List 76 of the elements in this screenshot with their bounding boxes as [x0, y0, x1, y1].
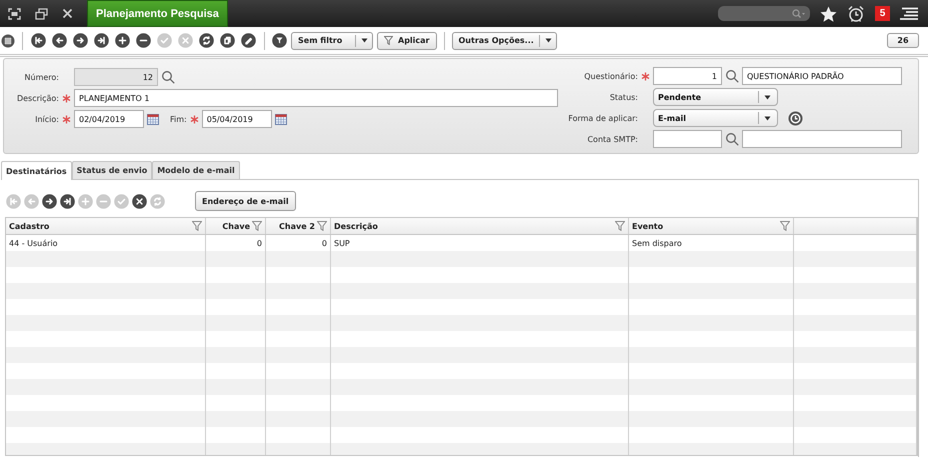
- restore-icon[interactable]: [35, 8, 48, 20]
- field-label: Status:: [608, 92, 638, 102]
- apply-button[interactable]: Aplicar: [377, 32, 436, 50]
- table-cell: 0: [256, 238, 262, 248]
- search-field[interactable]: [718, 6, 810, 21]
- refresh-button[interactable]: [199, 33, 214, 48]
- filter-icon[interactable]: [317, 221, 327, 231]
- copy-button[interactable]: [220, 33, 235, 48]
- search-icon[interactable]: [161, 70, 175, 84]
- notification-badge[interactable]: 5: [875, 6, 890, 21]
- next-record-button[interactable]: [42, 194, 57, 208]
- tab[interactable]: Status de envio: [72, 161, 152, 179]
- column-header[interactable]: Descrição: [334, 222, 613, 230]
- cancel-button[interactable]: [132, 194, 147, 208]
- caret-icon: [544, 38, 552, 43]
- name-field[interactable]: [742, 130, 902, 148]
- table-cell: 44 - Usuário: [9, 238, 58, 248]
- filter-icon: [384, 36, 393, 45]
- name-field[interactable]: QUESTIONÁRIO PADRÃO: [742, 67, 902, 85]
- field-label: Descrição:: [16, 94, 59, 102]
- table-cell: 0: [322, 238, 327, 248]
- filter-dropdown[interactable]: Sem filtro: [291, 32, 373, 50]
- text-field[interactable]: PLANEJAMENTO 1: [74, 89, 558, 107]
- search-icon[interactable]: [725, 132, 739, 146]
- remove-button[interactable]: [136, 33, 151, 48]
- field-label: Conta SMTP:: [586, 134, 638, 144]
- column-header[interactable]: Chave: [209, 222, 250, 230]
- filter-button[interactable]: [272, 33, 287, 48]
- maximize-icon[interactable]: [8, 8, 21, 20]
- field-label: Início:: [34, 114, 59, 124]
- caret-icon: [361, 38, 368, 43]
- code-field[interactable]: 1: [653, 67, 722, 85]
- edit-button[interactable]: [241, 33, 256, 48]
- record-count: 26: [887, 33, 919, 48]
- calendar-icon[interactable]: [274, 114, 287, 124]
- table-cell: Sem disparo: [632, 238, 682, 248]
- code-field[interactable]: 12: [74, 68, 158, 86]
- filter-icon[interactable]: [615, 221, 625, 231]
- caret-icon: [764, 116, 771, 120]
- code-field[interactable]: [653, 130, 722, 148]
- filter-icon[interactable]: [192, 221, 202, 231]
- email-address-button[interactable]: Endereço de e-mail: [195, 191, 296, 211]
- options-dropdown[interactable]: Outras Opções...: [452, 32, 557, 50]
- calendar-icon[interactable]: [147, 114, 159, 124]
- search-icon[interactable]: [725, 69, 739, 83]
- alarm-clock-icon[interactable]: [847, 4, 865, 22]
- field-label: Forma de aplicar:: [567, 114, 638, 122]
- date-field[interactable]: 05/04/2019: [202, 110, 272, 128]
- star-icon[interactable]: [820, 6, 837, 22]
- caret-icon: [764, 94, 771, 100]
- table-cell: SUP: [334, 238, 350, 248]
- search-icon: [792, 9, 806, 18]
- column-header[interactable]: Evento: [632, 222, 778, 230]
- tab[interactable]: Destinatários: [1, 161, 72, 180]
- clock-icon[interactable]: [788, 110, 803, 126]
- field-label: Número:: [24, 72, 59, 82]
- close-icon[interactable]: [62, 8, 73, 19]
- filter-icon[interactable]: [780, 221, 790, 231]
- field-label: Questionário:: [583, 72, 638, 80]
- grid-menu-icon[interactable]: [1, 34, 15, 48]
- column-header[interactable]: Chave 2: [269, 222, 315, 230]
- app-tab[interactable]: Planejamento Pesquisa: [87, 0, 228, 27]
- previous-record-button[interactable]: [52, 33, 67, 48]
- first-record-button[interactable]: [31, 33, 46, 48]
- dropdown[interactable]: E-mail: [653, 109, 778, 127]
- filter-icon[interactable]: [252, 221, 262, 231]
- field-label: Fim:: [170, 114, 187, 124]
- dropdown[interactable]: Pendente: [653, 88, 778, 106]
- last-record-button[interactable]: [60, 194, 75, 208]
- tab[interactable]: Modelo de e-mail: [152, 161, 240, 179]
- add-button[interactable]: [115, 33, 130, 48]
- next-record-button[interactable]: [73, 33, 88, 48]
- menu-icon[interactable]: [900, 6, 919, 20]
- last-record-button[interactable]: [94, 33, 109, 48]
- column-header[interactable]: Cadastro: [9, 222, 190, 230]
- date-field[interactable]: 02/04/2019: [74, 110, 144, 128]
